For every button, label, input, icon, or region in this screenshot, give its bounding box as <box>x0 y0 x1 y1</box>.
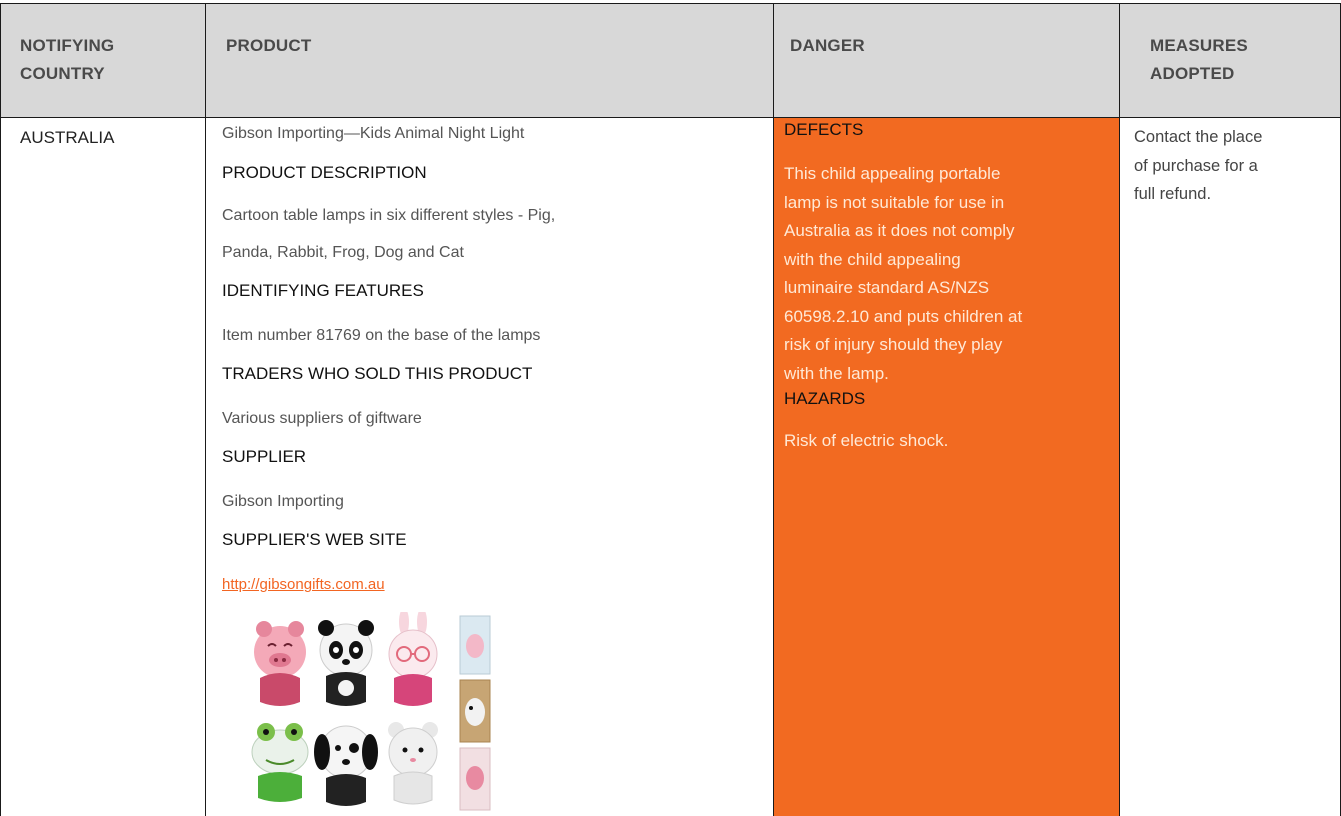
supplier-heading: SUPPLIER <box>222 447 307 466</box>
website-heading: SUPPLIER'S WEB SITE <box>222 530 407 549</box>
product-description-heading: PRODUCT DESCRIPTION <box>222 163 427 182</box>
panda-lamp-icon <box>318 620 374 706</box>
rabbit-lamp-icon <box>388 612 438 706</box>
header-measures-adopted: MEASURES ADOPTED <box>1150 36 1248 83</box>
traders-heading: TRADERS WHO SOLD THIS PRODUCT <box>222 364 533 383</box>
recall-table: NOTIFYING COUNTRY PRODUCT DANGER MEASURE… <box>0 0 1341 816</box>
identifying-features-text: Item number 81769 on the base of the lam… <box>222 327 541 344</box>
table-left-border <box>0 3 1 816</box>
header-product: PRODUCT <box>226 36 312 55</box>
traders-text: Various suppliers of giftware <box>222 410 422 427</box>
defects-line: lamp is not suitable for use in <box>784 192 1005 212</box>
defects-line: This child appealing portable <box>784 164 1001 183</box>
table-header-row <box>0 4 1341 117</box>
measures-line: full refund. <box>1134 185 1212 203</box>
header-notifying-country: NOTIFYING COUNTRY <box>20 36 115 83</box>
defects-line: risk of injury should they play <box>784 335 1003 354</box>
identifying-features-heading: IDENTIFYING FEATURES <box>222 281 424 300</box>
defects-line: with the lamp. <box>784 363 889 383</box>
defects-line: Australia as it does not comply <box>784 221 1015 240</box>
defects-text: This child appealing portable lamp is not… <box>784 160 1114 388</box>
product-title: Gibson Importing—Kids Animal Night Light <box>222 125 525 142</box>
defects-line: with the child appealing <box>784 249 961 269</box>
table-top-border <box>0 3 1341 4</box>
defects-line: luminaire standard AS/NZS <box>784 278 990 297</box>
hazards-text: Risk of electric shock. <box>784 431 949 450</box>
column-divider-3 <box>1119 3 1120 816</box>
supplier-text: Gibson Importing <box>222 493 344 510</box>
product-photo <box>251 612 491 811</box>
column-divider-1 <box>205 3 206 816</box>
defects-heading: DEFECTS <box>784 120 864 139</box>
measures-line: of purchase for a <box>1134 156 1258 175</box>
supplier-website-link[interactable]: http://gibsongifts.com.au <box>222 576 385 593</box>
header-danger: DANGER <box>790 36 865 55</box>
product-description-line-1: Cartoon table lamps in six different sty… <box>222 207 556 224</box>
product-description-line-2: Panda, Rabbit, Frog, Dog and Cat <box>222 244 464 261</box>
country-cell: AUSTRALIA <box>20 128 115 147</box>
lamp-box-icon <box>459 615 491 811</box>
column-divider-2 <box>773 3 774 816</box>
cat-lamp-icon <box>388 722 438 805</box>
measures-cell: Contact the place of purchase for a full r… <box>1134 123 1334 209</box>
dog-lamp-icon <box>314 725 378 806</box>
defects-line: 60598.2.10 and puts children at <box>784 306 1023 326</box>
measures-line: Contact the place <box>1134 128 1263 146</box>
header-bottom-border <box>0 117 1341 118</box>
frog-lamp-icon <box>251 723 309 802</box>
pig-lamp-icon <box>254 621 306 706</box>
hazards-heading: HAZARDS <box>784 389 866 408</box>
